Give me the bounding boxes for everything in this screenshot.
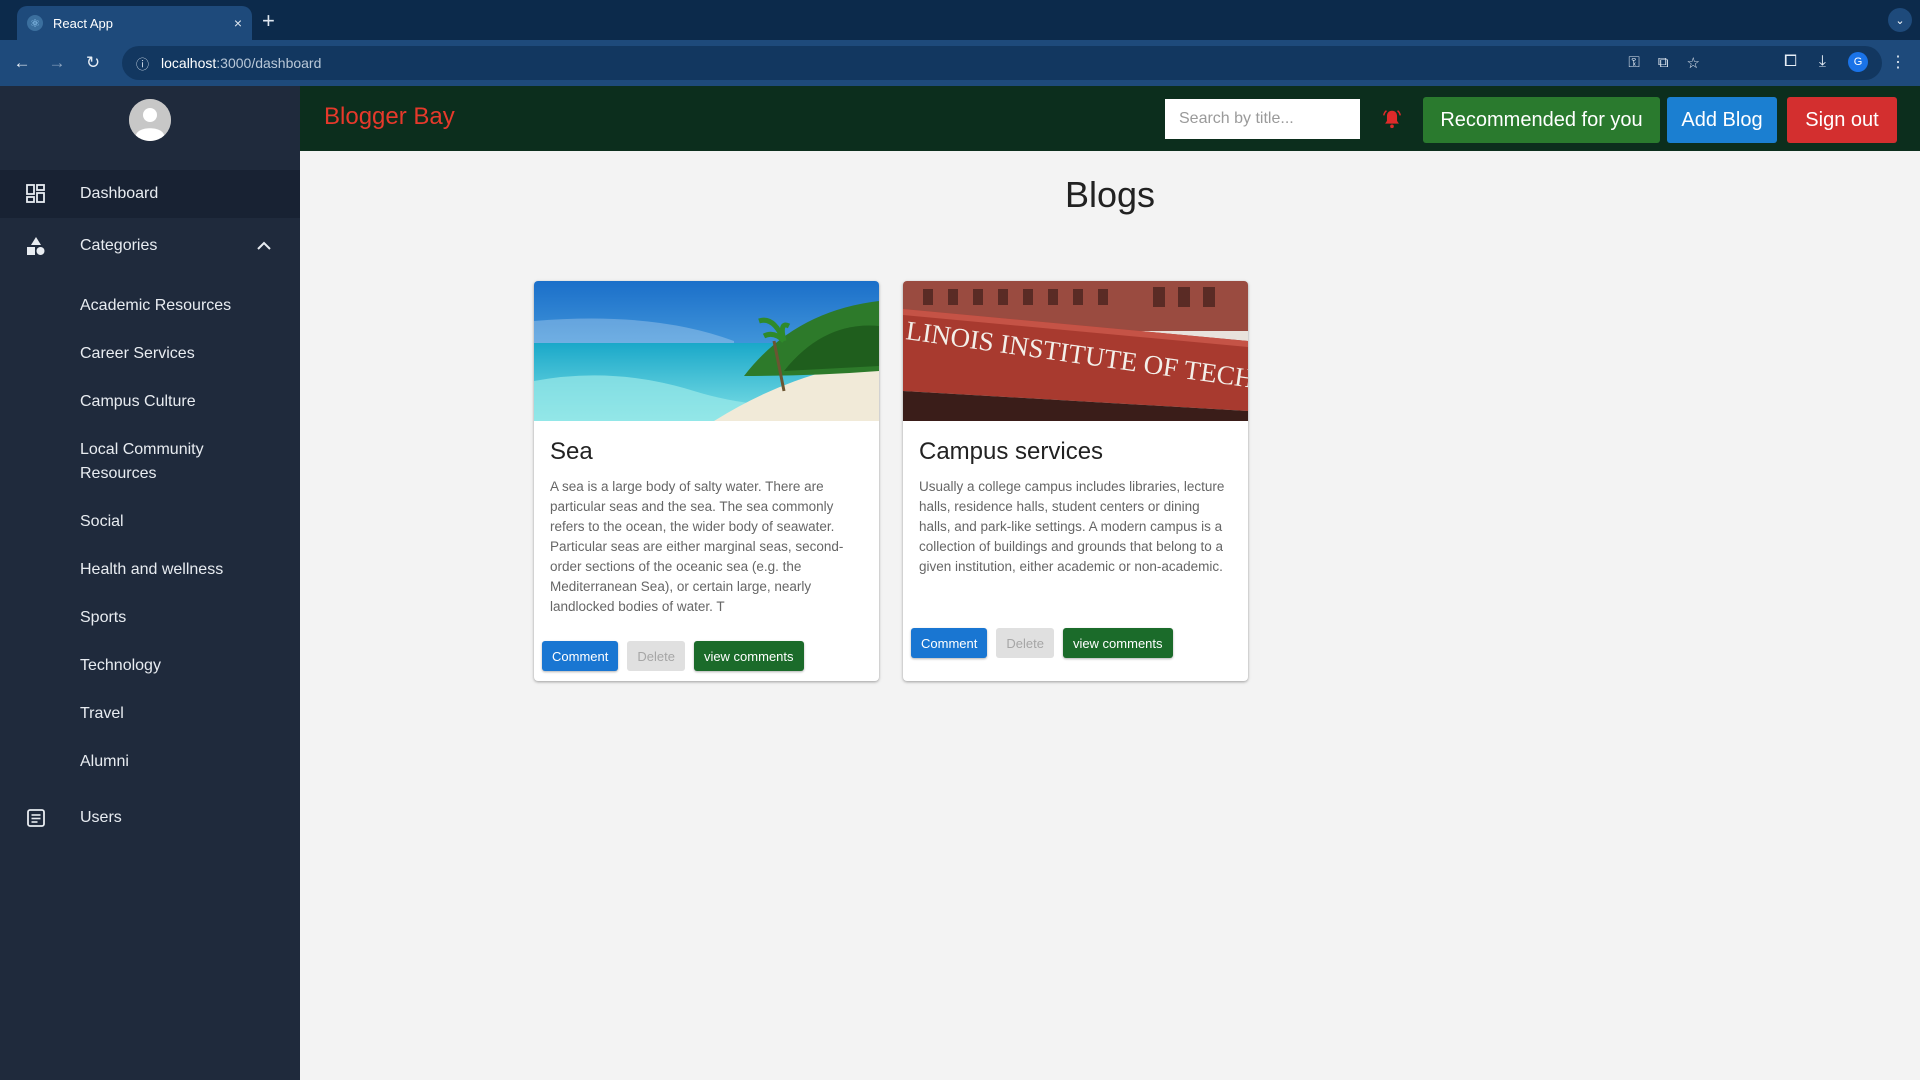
page-title: Blogs bbox=[1064, 174, 1156, 215]
forward-arrow-icon[interactable]: → bbox=[45, 51, 69, 75]
beach-image bbox=[534, 281, 879, 421]
view-comments-button[interactable]: view comments bbox=[1062, 628, 1173, 658]
install-app-icon[interactable]: ⧉ bbox=[1658, 54, 1669, 72]
browser-menu-icon[interactable]: ⋮ bbox=[1890, 52, 1906, 72]
profile-avatar[interactable]: G bbox=[1848, 52, 1868, 72]
tab-title: React App bbox=[53, 15, 113, 31]
category-sports[interactable]: Sports bbox=[80, 606, 280, 630]
search-input[interactable] bbox=[1165, 99, 1360, 139]
tab-search-chevron-icon[interactable]: ⌄ bbox=[1888, 8, 1912, 32]
download-icon[interactable]: ⤓ bbox=[1819, 53, 1826, 71]
sidebar-item-label: Categories bbox=[80, 237, 158, 254]
category-health-and-wellness[interactable]: Health and wellness bbox=[80, 558, 280, 582]
users-list-icon bbox=[27, 809, 45, 827]
brand-logo[interactable]: Blogger Bay bbox=[324, 103, 455, 131]
browser-tabbar: ⚛ React App × + ⌄ bbox=[0, 0, 1920, 40]
category-career-services[interactable]: Career Services bbox=[80, 342, 280, 366]
sidebar-item-categories[interactable]: Categories bbox=[0, 222, 300, 270]
blog-title: Campus services bbox=[919, 438, 1104, 465]
campus-building-image: LINOIS INSTITUTE OF TECHNOLOG bbox=[903, 281, 1248, 421]
category-shapes-icon bbox=[27, 237, 45, 255]
notification-bell-icon[interactable] bbox=[1381, 108, 1403, 130]
reload-icon[interactable]: ↻ bbox=[81, 51, 105, 75]
sidebar: Dashboard Categories Academic Resources … bbox=[0, 86, 300, 1080]
category-social[interactable]: Social bbox=[80, 510, 280, 534]
sidebar-item-dashboard[interactable]: Dashboard bbox=[0, 170, 300, 218]
new-tab-button[interactable]: + bbox=[262, 8, 275, 34]
browser-tab[interactable]: ⚛ React App × bbox=[17, 6, 252, 40]
extensions-puzzle-icon[interactable]: ⧠ bbox=[1784, 53, 1797, 71]
category-campus-culture[interactable]: Campus Culture bbox=[80, 390, 280, 414]
toolbar-right-icons: ⧠ ⤓ G ⋮ bbox=[1784, 52, 1906, 72]
sidebar-item-label: Users bbox=[80, 809, 122, 826]
address-bar[interactable]: ⓘ localhost:3000/dashboard bbox=[122, 46, 1882, 80]
blog-card: LINOIS INSTITUTE OF TECHNOLOG Campus ser… bbox=[903, 281, 1248, 681]
category-alumni[interactable]: Alumni bbox=[80, 750, 280, 774]
dashboard-grid-icon bbox=[26, 184, 45, 203]
category-technology[interactable]: Technology bbox=[80, 654, 280, 678]
address-bar-icons: ⚿ ⧉ ☆ bbox=[1628, 54, 1700, 72]
recommended-button[interactable]: Recommended for you bbox=[1423, 97, 1660, 143]
sidebar-item-label: Dashboard bbox=[80, 185, 159, 202]
card-actions: Comment Delete view comments bbox=[542, 641, 804, 671]
password-key-icon[interactable]: ⚿ bbox=[1628, 54, 1639, 72]
back-arrow-icon[interactable]: ← bbox=[10, 51, 34, 75]
url-path: :3000/dashboard bbox=[216, 55, 322, 71]
category-local-community-resources[interactable]: Local Community Resources bbox=[80, 438, 280, 486]
blog-description: A sea is a large body of salty water. Th… bbox=[550, 479, 844, 614]
comment-button[interactable]: Comment bbox=[911, 628, 988, 658]
user-avatar-icon[interactable] bbox=[129, 99, 171, 141]
tab-close-icon[interactable]: × bbox=[234, 15, 242, 31]
url-host: localhost bbox=[161, 55, 217, 71]
card-actions: Comment Delete view comments bbox=[911, 628, 1173, 658]
delete-button[interactable]: Delete bbox=[627, 641, 685, 671]
blog-title: Sea bbox=[550, 438, 593, 465]
sidebar-item-users[interactable]: Users bbox=[0, 794, 300, 842]
category-travel[interactable]: Travel bbox=[80, 702, 280, 726]
react-favicon-icon: ⚛ bbox=[27, 15, 43, 31]
sign-out-button[interactable]: Sign out bbox=[1787, 97, 1897, 143]
site-info-icon[interactable]: ⓘ bbox=[136, 54, 149, 73]
bookmark-star-icon[interactable]: ☆ bbox=[1687, 54, 1700, 72]
view-comments-button[interactable]: view comments bbox=[693, 641, 804, 671]
blog-description: Usually a college campus includes librar… bbox=[919, 479, 1225, 574]
blog-card: Sea A sea is a large body of salty water… bbox=[534, 281, 879, 681]
add-blog-button[interactable]: Add Blog bbox=[1667, 97, 1777, 143]
category-academic-resources[interactable]: Academic Resources bbox=[80, 294, 280, 318]
delete-button[interactable]: Delete bbox=[996, 628, 1054, 658]
app-header: Blogger Bay Recommended for you Add Blog… bbox=[300, 86, 1920, 151]
comment-button[interactable]: Comment bbox=[542, 641, 619, 671]
chevron-up-icon[interactable] bbox=[254, 236, 274, 256]
